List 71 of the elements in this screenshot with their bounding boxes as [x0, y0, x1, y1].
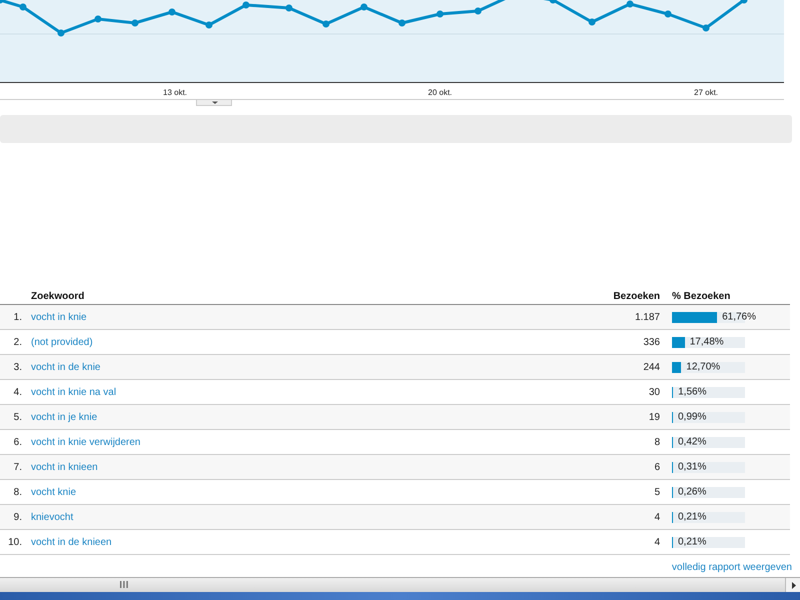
- axis-label: 20 okt.: [428, 87, 452, 99]
- rank-number: 10.: [7, 536, 22, 550]
- data-point: [360, 4, 368, 10]
- rank-number: 6.: [12, 436, 22, 450]
- percent-cell-text: 17,48%: [690, 336, 724, 350]
- column-header: Bezoeken: [613, 290, 660, 302]
- percent-cell-text: 1,56%: [678, 386, 706, 400]
- data-point: [94, 16, 102, 22]
- visits-cell-text: 336: [642, 336, 660, 350]
- visits-cell-text: 244: [642, 360, 660, 374]
- column-header: % Bezoeken: [672, 290, 730, 304]
- keyword-link[interactable]: vocht in knieen: [31, 462, 98, 472]
- visits-cell-text: 19: [648, 410, 660, 424]
- keyword-link[interactable]: vocht in je knie: [31, 412, 98, 422]
- rank-number: 1.: [12, 310, 22, 324]
- visits-cell-text: 30: [648, 386, 660, 400]
- visits-cell-text: 4: [653, 510, 660, 524]
- percent-cell-text: 0,99%: [678, 410, 706, 424]
- data-point: [588, 18, 596, 26]
- data-point: [664, 10, 672, 18]
- percent-cell-text: 61,76%: [722, 310, 756, 324]
- keyword-link[interactable]: vocht in knie: [31, 312, 87, 322]
- keyword-link[interactable]: vocht in de knie: [31, 362, 100, 372]
- grip-icon: [119, 580, 129, 589]
- visits-cell-text: 6: [653, 460, 660, 474]
- keyword-link[interactable]: knievocht: [31, 512, 74, 522]
- rank-number: 9.: [12, 510, 22, 524]
- visits-cell-text: 5: [653, 486, 660, 500]
- percent-cell-text: 0,42%: [678, 436, 706, 450]
- percent-cell-text: 0,21%: [678, 536, 706, 550]
- data-point: [132, 20, 138, 26]
- data-point: [550, 0, 556, 4]
- percent-cell-text: 0,26%: [678, 486, 706, 500]
- horizontal-scrollbar[interactable]: [0, 577, 800, 592]
- percent-cell-text: 0,21%: [678, 510, 706, 524]
- data-point: [322, 20, 330, 28]
- keyword-link[interactable]: vocht in de knieen: [31, 536, 112, 548]
- data-point: [206, 22, 212, 28]
- data-point: [702, 24, 710, 32]
- keyword-link[interactable]: vocht knie: [31, 486, 76, 498]
- visits-cell-text: 1.187: [634, 310, 660, 324]
- percent-cell-text: 12,70%: [686, 360, 720, 374]
- keyword-link[interactable]: vocht in knie na val: [31, 386, 116, 398]
- keyword-link[interactable]: (not provided): [31, 336, 93, 348]
- visits-cell-text: 8: [653, 436, 660, 450]
- column-header: Zoekwoord: [31, 290, 84, 302]
- data-point: [168, 8, 176, 16]
- data-point: [20, 4, 26, 10]
- full-report-link[interactable]: volledig rapport weergeven: [672, 560, 792, 575]
- data-point: [242, 2, 250, 8]
- rank-number: 3.: [12, 360, 22, 374]
- rank-number: 7.: [12, 460, 22, 474]
- axis-label: 27 okt.: [694, 87, 718, 99]
- data-point: [436, 10, 444, 18]
- keyword-link[interactable]: vocht in knie verwijderen: [31, 436, 140, 448]
- visits-cell-text: 4: [653, 536, 660, 550]
- data-point: [398, 20, 406, 26]
- percent-cell-text: 0,31%: [678, 460, 706, 474]
- data-point: [58, 30, 64, 36]
- rank-number: 2.: [12, 336, 22, 350]
- rank-number: 5.: [12, 410, 22, 424]
- data-point: [286, 4, 292, 12]
- data-point: [474, 8, 482, 14]
- expand-handle[interactable]: [196, 100, 232, 106]
- data-point: [626, 0, 634, 8]
- data-point: [0, 0, 4, 4]
- rank-number: 4.: [12, 386, 22, 400]
- data-point: [740, 0, 748, 4]
- scroll-right-button[interactable]: [785, 578, 800, 593]
- axis-label: 13 okt.: [163, 87, 187, 99]
- rank-number: 8.: [12, 486, 22, 500]
